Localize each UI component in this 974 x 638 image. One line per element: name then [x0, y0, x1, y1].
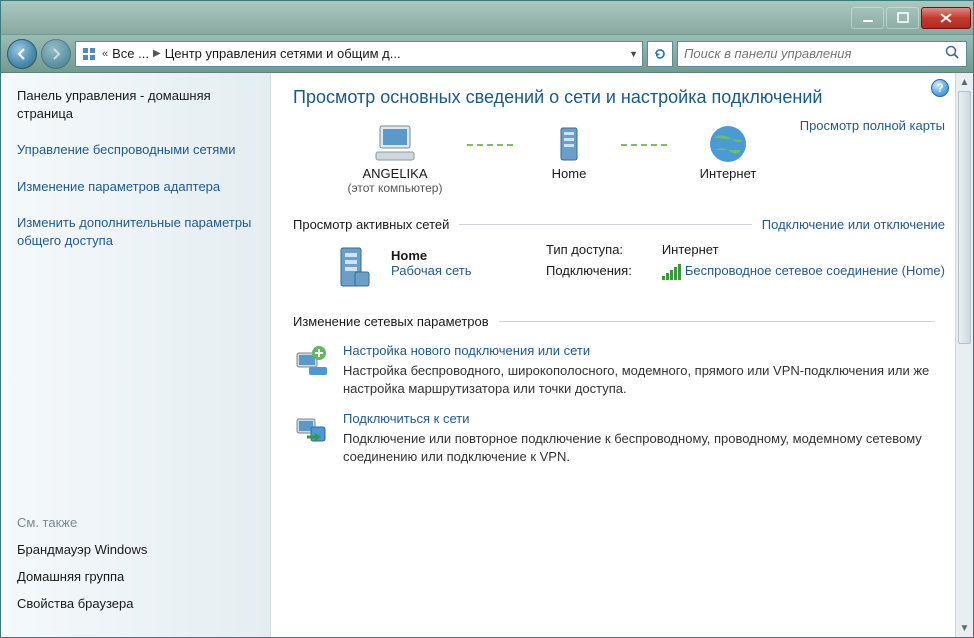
window: « Все ... ▶ Центр управления сетями и об…: [0, 0, 974, 638]
active-network-name: Home: [391, 248, 472, 263]
scrollbar-track[interactable]: [956, 91, 973, 619]
map-connector-icon: [621, 144, 671, 146]
change-settings-header: Изменение сетевых параметров: [293, 314, 489, 329]
scrollbar-thumb[interactable]: [958, 91, 971, 344]
scrollbar[interactable]: ▲ ▼: [955, 73, 973, 637]
minimize-icon: [862, 12, 874, 24]
arrow-right-icon: [48, 46, 64, 62]
minimize-button[interactable]: [851, 7, 884, 29]
map-network-label: Home: [552, 166, 587, 181]
sidebar-link-sharing[interactable]: Изменить дополнительные параметры общего…: [17, 214, 254, 250]
map-node-network: Home: [529, 122, 609, 181]
scroll-up-icon[interactable]: ▲: [956, 73, 973, 91]
arrow-left-icon: [14, 46, 30, 62]
network-tower-icon: [327, 242, 377, 292]
search-box[interactable]: [677, 41, 967, 67]
search-input[interactable]: [684, 46, 944, 61]
new-connection-icon: [293, 343, 329, 379]
sidebar-link-adapter[interactable]: Изменение параметров адаптера: [17, 178, 254, 196]
sidebar-home[interactable]: Панель управления - домашняя страница: [17, 87, 254, 123]
map-pc-label: ANGELIKA: [362, 166, 427, 181]
see-also-homegroup[interactable]: Домашняя группа: [17, 569, 254, 584]
map-node-pc: ANGELIKA (этот компьютер): [335, 122, 455, 195]
divider: [499, 321, 935, 322]
breadcrumb-chevron-icon: «: [102, 48, 108, 60]
content-pane: ? Просмотр основных сведений о сети и на…: [271, 73, 973, 637]
task-label: Подключиться к сети: [343, 411, 945, 426]
close-button[interactable]: [921, 7, 971, 29]
address-bar[interactable]: « Все ... ▶ Центр управления сетями и об…: [75, 41, 643, 67]
access-type-value: Интернет: [662, 242, 945, 257]
divider: [459, 224, 751, 225]
task-label: Настройка нового подключения или сети: [343, 343, 945, 358]
task-description: Подключение или повторное подключение к …: [343, 430, 945, 465]
map-pc-sublabel: (этот компьютер): [348, 181, 443, 195]
breadcrumb-prev[interactable]: Все ...: [112, 46, 149, 61]
active-networks-section: Просмотр активных сетей Подключение или …: [293, 217, 945, 292]
change-settings-section: Изменение сетевых параметров Настройка н…: [293, 314, 945, 465]
forward-button[interactable]: [41, 39, 71, 69]
navbar: « Все ... ▶ Центр управления сетями и об…: [1, 35, 973, 73]
window-body: Панель управления - домашняя страница Уп…: [1, 73, 973, 637]
sidebar-link-wireless[interactable]: Управление беспроводными сетями: [17, 141, 254, 159]
titlebar: [1, 1, 973, 35]
active-network-type-link[interactable]: Рабочая сеть: [391, 263, 472, 278]
breadcrumb-current[interactable]: Центр управления сетями и общим д...: [165, 46, 401, 61]
page-title: Просмотр основных сведений о сети и наст…: [293, 87, 945, 108]
network-map: Просмотр полной карты ANGELIKA (этот ком…: [293, 122, 945, 195]
see-also-header: См. также: [17, 515, 254, 530]
connection-link[interactable]: Беспроводное сетевое соединение (Home): [662, 263, 945, 280]
maximize-icon: [897, 12, 909, 24]
see-also-browser[interactable]: Свойства браузера: [17, 596, 254, 611]
map-connector-icon: [467, 144, 517, 146]
access-type-label: Тип доступа:: [546, 242, 632, 257]
map-internet-label: Интернет: [700, 166, 757, 181]
computer-icon: [370, 122, 420, 166]
refresh-icon: [652, 46, 668, 62]
search-icon[interactable]: [944, 44, 960, 63]
globe-icon: [705, 122, 751, 166]
refresh-button[interactable]: [647, 41, 673, 67]
help-icon[interactable]: ?: [931, 79, 949, 97]
close-icon: [939, 12, 953, 24]
active-networks-header: Просмотр активных сетей: [293, 217, 449, 232]
map-node-internet: Интернет: [683, 122, 773, 181]
task-connect-network[interactable]: Подключиться к сети Подключение или повт…: [293, 411, 945, 465]
view-full-map-link[interactable]: Просмотр полной карты: [800, 118, 945, 133]
sidebar: Панель управления - домашняя страница Уп…: [1, 73, 271, 637]
address-dropdown-icon[interactable]: ▼: [629, 49, 638, 59]
connection-name: Беспроводное сетевое соединение (Home): [685, 263, 945, 278]
signal-bars-icon: [662, 264, 681, 280]
chevron-right-icon: ▶: [153, 48, 161, 59]
task-new-connection[interactable]: Настройка нового подключения или сети На…: [293, 343, 945, 397]
maximize-button[interactable]: [886, 7, 919, 29]
network-tower-icon: [549, 122, 589, 166]
connections-label: Подключения:: [546, 263, 632, 280]
connect-network-icon: [293, 411, 329, 447]
network-center-icon: [80, 45, 98, 63]
task-description: Настройка беспроводного, широкополосного…: [343, 362, 945, 397]
back-button[interactable]: [7, 39, 37, 69]
scroll-down-icon[interactable]: ▼: [956, 619, 973, 637]
see-also-firewall[interactable]: Брандмауэр Windows: [17, 542, 254, 557]
connect-disconnect-link[interactable]: Подключение или отключение: [762, 217, 945, 232]
